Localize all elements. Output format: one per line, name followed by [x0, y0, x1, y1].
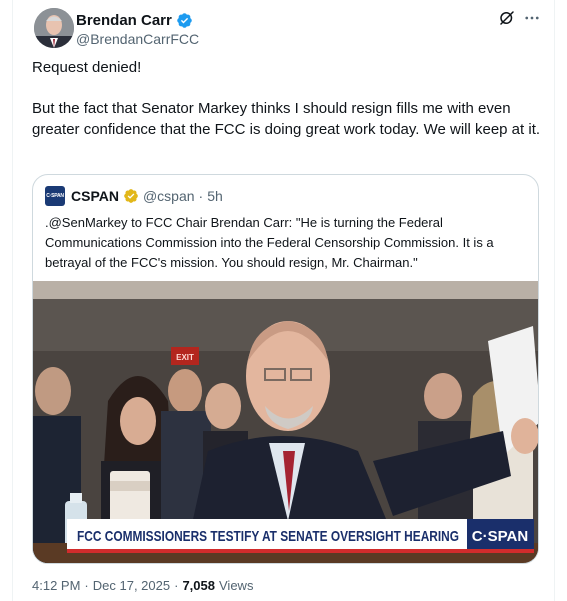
- author-name[interactable]: Brendan Carr: [76, 12, 172, 29]
- cspan-bug-text: C·SPAN: [472, 528, 528, 545]
- exit-sign-text: EXIT: [176, 353, 194, 362]
- quoted-tweet[interactable]: C·SPAN CSPAN @cspan · 5h .@SenMarkey to …: [32, 174, 539, 564]
- quote-author-name: CSPAN: [71, 188, 119, 204]
- tweet-card: Brendan Carr @BrendanCarrFCC Request den…: [12, 0, 555, 601]
- post-time[interactable]: 4:12 PM: [32, 578, 80, 593]
- author-block: Brendan Carr @BrendanCarrFCC: [76, 11, 199, 48]
- post-date[interactable]: Dec 17, 2025: [93, 578, 170, 593]
- grok-icon[interactable]: [498, 9, 516, 27]
- quote-header: C·SPAN CSPAN @cspan · 5h: [45, 186, 223, 206]
- avatar-photo: [34, 8, 74, 48]
- tweet-line-2: But the fact that Senator Markey thinks …: [32, 100, 541, 138]
- quote-avatar: C·SPAN: [45, 186, 65, 206]
- more-dots-icon[interactable]: [523, 9, 541, 27]
- views-count: 7,058: [182, 578, 215, 593]
- avatar[interactable]: [34, 8, 74, 48]
- verified-badge-icon: [177, 12, 192, 28]
- gold-verified-badge-icon: [124, 189, 138, 203]
- chyron-text: FCC COMMISSIONERS TESTIFY AT SENATE OVER…: [77, 528, 459, 545]
- hearing-photo: EXIT FCC COMMISSIONERS TESTIFY AT SENATE…: [33, 281, 538, 563]
- meta-separator: ·: [84, 578, 89, 593]
- tweet-meta: 4:12 PM · Dec 17, 2025 · 7,058 Views: [32, 578, 253, 593]
- quote-time: 5h: [207, 188, 223, 204]
- tweet-line-1: Request denied!: [32, 59, 142, 76]
- author-handle[interactable]: @BrendanCarrFCC: [76, 31, 199, 47]
- quote-media-image[interactable]: EXIT FCC COMMISSIONERS TESTIFY AT SENATE…: [33, 281, 538, 563]
- tweet-text: Request denied! But the fact that Senato…: [32, 57, 542, 140]
- views-label: Views: [219, 578, 254, 593]
- quote-text: .@SenMarkey to FCC Chair Brendan Carr: "…: [45, 215, 494, 270]
- quote-author-handle: @cspan: [142, 188, 195, 204]
- meta-separator: ·: [174, 578, 179, 593]
- quote-separator: ·: [198, 188, 204, 204]
